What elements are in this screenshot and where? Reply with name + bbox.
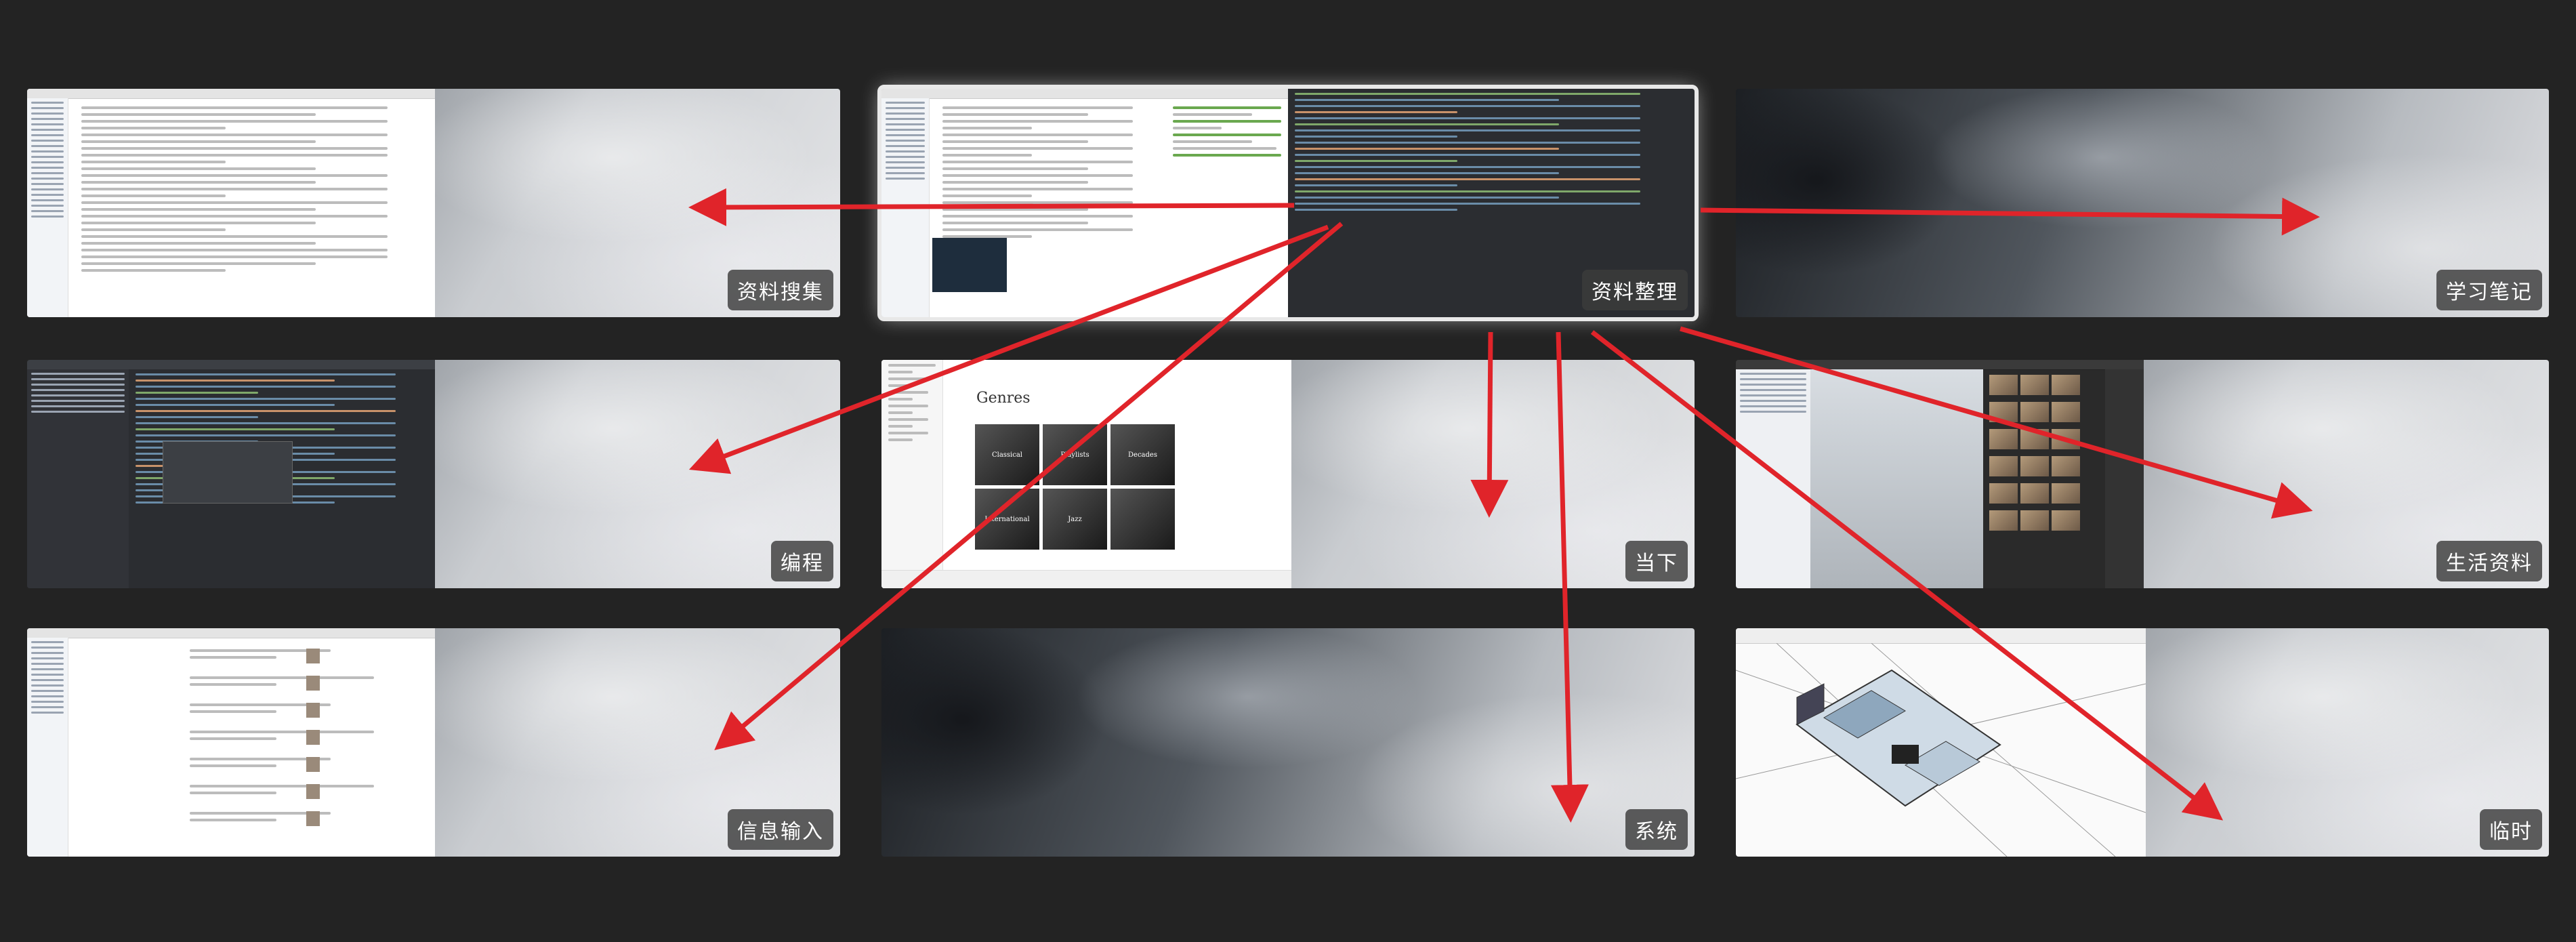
space-label: 资料搜集	[728, 270, 833, 310]
space-label: 当下	[1625, 541, 1688, 581]
genre-tile[interactable]: International	[975, 489, 1039, 550]
genre-tile[interactable]: Playlists	[1043, 424, 1107, 485]
music-app-window: Genres Classical Playlists Decades Inter…	[881, 360, 1291, 588]
space-label: 系统	[1625, 809, 1688, 850]
space-thumbnail-programming[interactable]: 编程	[27, 360, 840, 588]
document-window	[27, 89, 435, 317]
space-thumbnail-information-input[interactable]: 信息输入	[27, 628, 840, 857]
floorplan-drawing	[1736, 643, 2146, 857]
space-thumbnail-system[interactable]: 系统	[881, 628, 1695, 857]
space-thumbnail-life[interactable]: 生活资料	[1736, 360, 2549, 588]
space-label: 临时	[2480, 809, 2542, 850]
space-thumbnail-research[interactable]: 资料搜集	[27, 89, 840, 317]
genre-tile[interactable]: Decades	[1110, 424, 1175, 485]
ide-window	[27, 360, 435, 588]
space-thumbnail-organize[interactable]: 资料整理	[877, 85, 1699, 321]
space-label: 资料整理	[1582, 270, 1688, 310]
browser-window	[881, 89, 1288, 317]
page-title: Genres	[976, 390, 1031, 407]
space-label: 信息输入	[728, 809, 833, 850]
space-label: 生活资料	[2436, 541, 2542, 581]
space-label: 学习笔记	[2436, 270, 2542, 310]
space-thumbnail-present[interactable]: Genres Classical Playlists Decades Inter…	[881, 360, 1695, 588]
photos-window	[1736, 360, 2144, 588]
reader-window	[27, 628, 435, 857]
genre-tile[interactable]: Jazz	[1043, 489, 1107, 550]
space-thumbnail-temporary[interactable]: 临时	[1736, 628, 2549, 857]
cad-window	[1736, 628, 2146, 857]
space-label: 编程	[771, 541, 833, 581]
genre-tile[interactable]: Classical	[975, 424, 1039, 485]
space-thumbnail-study-notes[interactable]: 学习笔记	[1736, 89, 2549, 317]
genre-tile[interactable]	[1110, 489, 1175, 550]
